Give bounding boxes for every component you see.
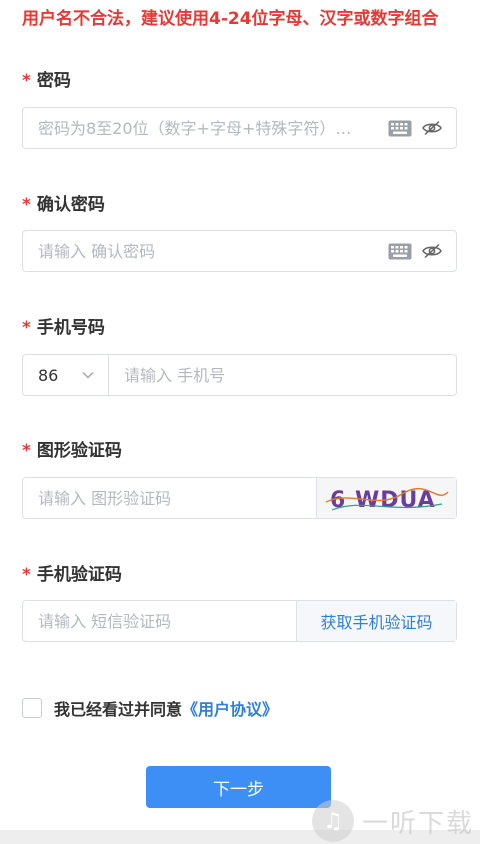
eye-closed-icon[interactable] xyxy=(422,243,442,259)
chevron-down-icon xyxy=(82,372,94,379)
password-label: * 密码 xyxy=(22,66,71,91)
keyboard-icon[interactable] xyxy=(388,243,412,260)
phone-input[interactable] xyxy=(109,355,456,395)
sms-code-label: * 手机验证码 xyxy=(22,560,122,585)
password-field xyxy=(22,107,457,149)
confirm-password-input[interactable] xyxy=(23,231,388,271)
captcha-label-text: 图形验证码 xyxy=(36,441,122,461)
country-code-select[interactable]: 86 xyxy=(23,355,109,395)
watermark-logo-icon: ♫ xyxy=(311,800,354,842)
agreement-text: 我已经看过并同意 xyxy=(54,700,183,719)
confirm-password-field xyxy=(22,230,457,272)
required-mark: * xyxy=(22,195,31,215)
agreement-row: 我已经看过并同意 《用户协议》 xyxy=(22,696,278,720)
country-code-value: 86 xyxy=(38,365,59,385)
confirm-password-label-text: 确认密码 xyxy=(36,195,105,215)
sms-code-label-text: 手机验证码 xyxy=(36,565,122,585)
required-mark: * xyxy=(22,318,31,338)
error-message: 用户名不合法，建议使用4-24位字母、汉字或数字组合 xyxy=(22,9,439,29)
user-agreement-link[interactable]: 《用户协议》 xyxy=(182,696,278,720)
watermark-text: 一听下载 xyxy=(361,808,474,839)
captcha-label: * 图形验证码 xyxy=(22,436,122,461)
confirm-password-label: * 确认密码 xyxy=(22,190,105,215)
required-mark: * xyxy=(22,565,31,585)
sms-code-input[interactable] xyxy=(23,601,296,641)
agreement-checkbox[interactable] xyxy=(22,698,42,718)
phone-label-text: 手机号码 xyxy=(36,318,105,338)
sms-code-field: 获取手机验证码 xyxy=(22,600,457,642)
required-mark: * xyxy=(22,441,31,461)
keyboard-icon[interactable] xyxy=(388,120,412,137)
eye-closed-icon[interactable] xyxy=(422,120,442,136)
password-label-text: 密码 xyxy=(36,71,71,91)
captcha-field: 6 WDUA xyxy=(22,477,457,519)
captcha-graphic: 6 WDUA xyxy=(325,487,449,513)
captcha-image[interactable]: 6 WDUA xyxy=(316,478,456,518)
captcha-input[interactable] xyxy=(23,478,316,518)
required-mark: * xyxy=(22,71,31,91)
watermark: ♫ 一听下载 xyxy=(311,800,474,842)
phone-label: * 手机号码 xyxy=(22,313,105,338)
get-sms-code-button[interactable]: 获取手机验证码 xyxy=(296,601,456,641)
phone-field: 86 xyxy=(22,354,457,396)
next-step-button[interactable]: 下一步 xyxy=(146,766,331,808)
password-input[interactable] xyxy=(23,108,388,148)
